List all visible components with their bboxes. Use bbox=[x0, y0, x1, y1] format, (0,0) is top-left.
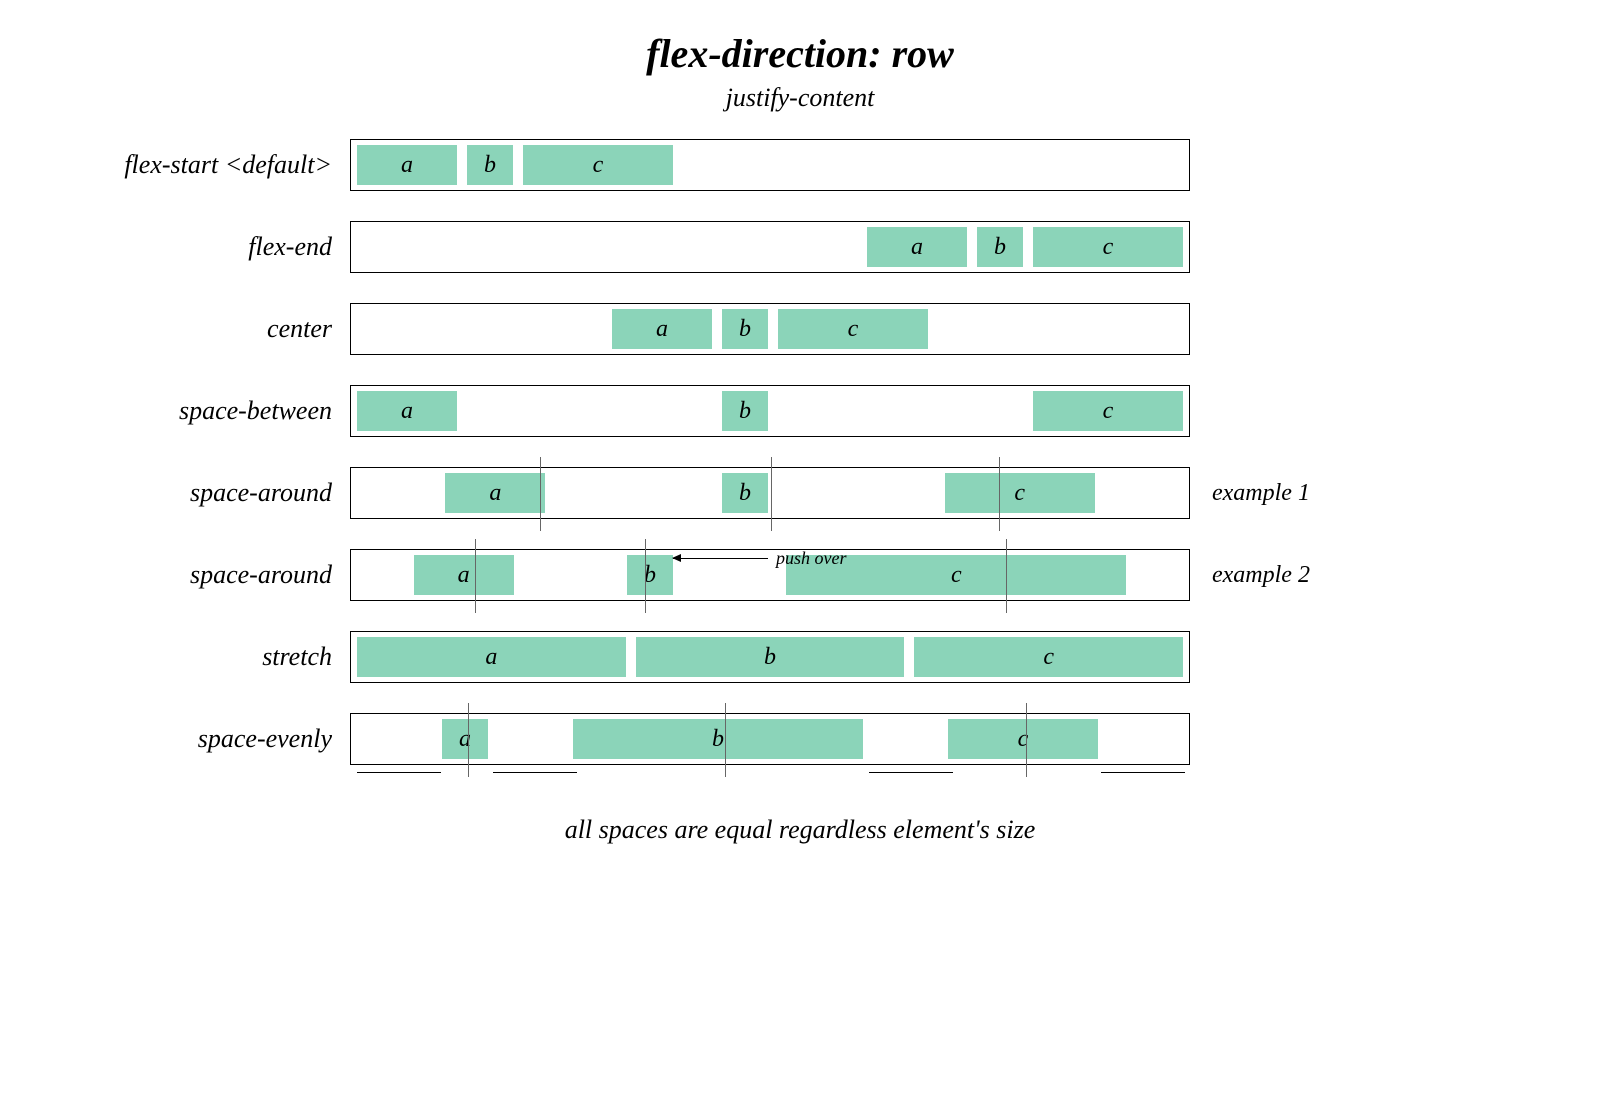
box-a: a bbox=[357, 145, 457, 185]
row-flex-end: flex-end a b c bbox=[70, 217, 1540, 277]
tick-mark bbox=[725, 703, 726, 777]
row-label: stretch bbox=[70, 642, 350, 672]
row-space-around-1: space-around a b c example 1 bbox=[70, 463, 1540, 523]
gap-underline bbox=[1101, 772, 1185, 773]
footer-note: all spaces are equal regardless element'… bbox=[60, 815, 1540, 845]
box-b: b bbox=[636, 637, 905, 677]
row-label: space-evenly bbox=[70, 724, 350, 754]
flex-container: a b c bbox=[350, 467, 1190, 519]
box-c: c bbox=[1033, 227, 1183, 267]
arrow-left-icon bbox=[673, 558, 768, 559]
tick-mark bbox=[999, 457, 1000, 531]
row-label: flex-end bbox=[70, 232, 350, 262]
tick-mark bbox=[468, 703, 469, 777]
tick-mark bbox=[540, 457, 541, 531]
box-b: b bbox=[977, 227, 1023, 267]
box-a: a bbox=[357, 391, 457, 431]
box-b: b bbox=[722, 473, 768, 513]
box-a: a bbox=[414, 555, 514, 595]
flex-container: a b c bbox=[350, 385, 1190, 437]
flex-container: a b c bbox=[350, 221, 1190, 273]
row-after: example 1 bbox=[1190, 480, 1340, 507]
box-b: b bbox=[722, 309, 768, 349]
flex-container: a b c bbox=[350, 631, 1190, 683]
box-a: a bbox=[612, 309, 712, 349]
row-label: space-between bbox=[70, 396, 350, 426]
tick-mark bbox=[771, 457, 772, 531]
row-label: space-around bbox=[70, 478, 350, 508]
row-center: center a b c bbox=[70, 299, 1540, 359]
page-subtitle: justify-content bbox=[60, 83, 1540, 113]
box-c: c bbox=[1033, 391, 1183, 431]
row-after: example 2 bbox=[1190, 562, 1340, 589]
push-over-annotation: push over bbox=[673, 548, 847, 569]
push-over-label: push over bbox=[776, 548, 847, 569]
row-space-evenly: space-evenly a b c bbox=[70, 709, 1540, 769]
box-b: b bbox=[573, 719, 863, 759]
row-space-around-2: space-around a b c push over example 2 bbox=[70, 545, 1540, 605]
box-c: c bbox=[778, 309, 928, 349]
flex-container: a b c bbox=[350, 139, 1190, 191]
row-flex-start: flex-start <default> a b c bbox=[70, 135, 1540, 195]
box-a: a bbox=[357, 637, 626, 677]
tick-mark bbox=[1026, 703, 1027, 777]
tick-mark bbox=[1006, 539, 1007, 613]
box-a: a bbox=[445, 473, 545, 513]
box-a: a bbox=[867, 227, 967, 267]
flex-container: a b c bbox=[350, 303, 1190, 355]
gap-underline bbox=[493, 772, 577, 773]
box-b: b bbox=[722, 391, 768, 431]
box-b: b bbox=[627, 555, 673, 595]
flex-container: a b c push over bbox=[350, 549, 1190, 601]
box-c: c bbox=[914, 637, 1183, 677]
row-label: space-around bbox=[70, 560, 350, 590]
row-label: center bbox=[70, 314, 350, 344]
tick-mark bbox=[475, 539, 476, 613]
page-title: flex-direction: row bbox=[60, 30, 1540, 77]
flex-container: a b c bbox=[350, 713, 1190, 765]
box-b: b bbox=[467, 145, 513, 185]
gap-underline bbox=[869, 772, 953, 773]
row-space-between: space-between a b c bbox=[70, 381, 1540, 441]
row-stretch: stretch a b c bbox=[70, 627, 1540, 687]
gap-underline bbox=[357, 772, 441, 773]
box-a: a bbox=[442, 719, 488, 759]
box-c: c bbox=[523, 145, 673, 185]
box-c: c bbox=[945, 473, 1095, 513]
tick-mark bbox=[645, 539, 646, 613]
box-c: c bbox=[948, 719, 1098, 759]
row-label: flex-start <default> bbox=[70, 150, 350, 180]
